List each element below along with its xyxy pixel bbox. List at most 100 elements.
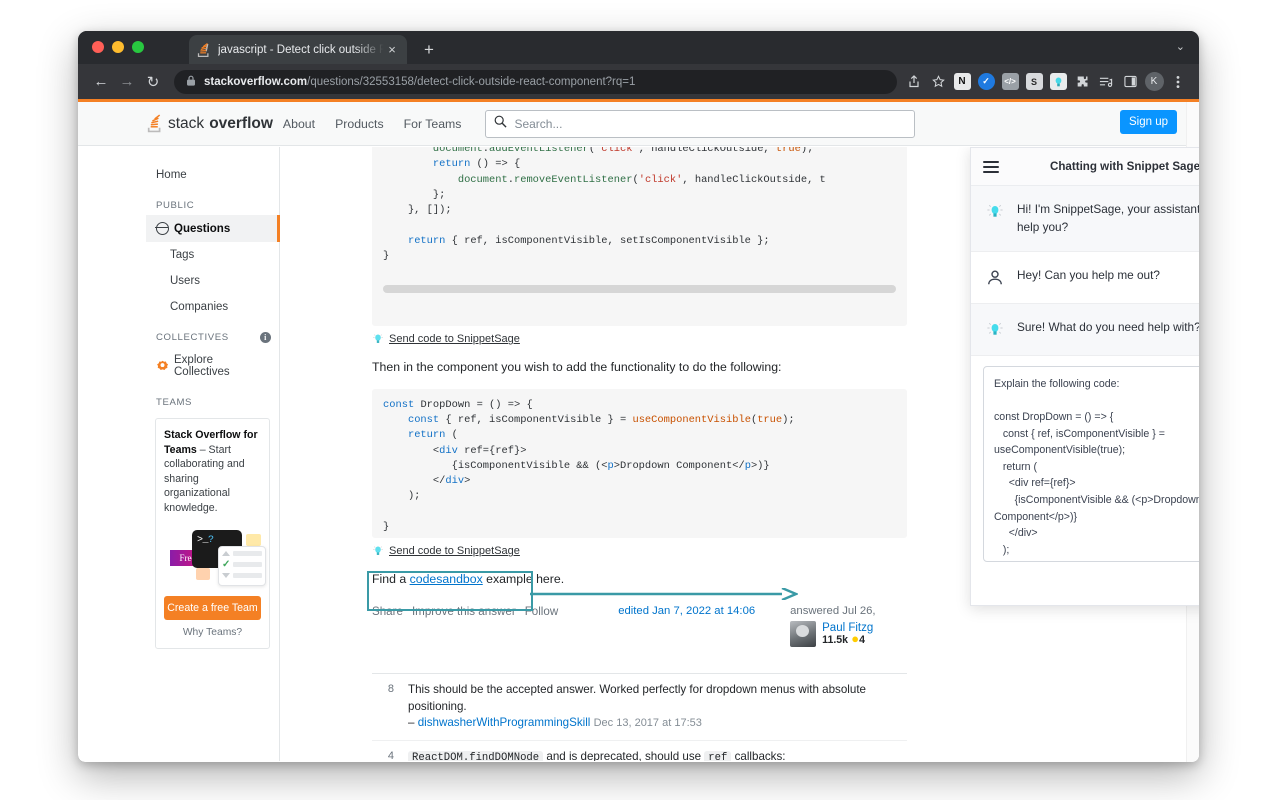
sidebar-heading-collectives: COLLECTIVES i — [146, 320, 279, 347]
chat-message-user: Hey! Can you help me out? — [971, 252, 1199, 305]
forward-button[interactable]: → — [114, 69, 140, 95]
header-link-about[interactable]: About — [273, 117, 325, 131]
sidebar-item-home[interactable]: Home — [146, 162, 279, 188]
bulb-icon — [985, 202, 1005, 222]
vote-list-graphic: ✓ — [218, 545, 266, 586]
answer-body: document.addEventListener('click', handl… — [372, 147, 907, 761]
answered-block: answered Jul 26, Paul Fitzg 11.5k ●4 — [790, 605, 876, 647]
close-window-button[interactable] — [92, 41, 104, 53]
search-icon — [494, 115, 508, 133]
improve-this-answer-link[interactable]: Improve this answer — [412, 605, 516, 618]
extension-notion-icon[interactable]: N — [951, 71, 973, 93]
browser-tab[interactable]: javascript - Detect click outside React … — [189, 35, 407, 64]
code-block-bottom[interactable]: const DropDown = () => { const { ref, is… — [372, 388, 907, 539]
chat-header: Chatting with Snippet Sage — [971, 148, 1199, 186]
logo-text-overflow: overflow — [209, 114, 273, 132]
comment-body: This should be the accepted answer. Work… — [408, 682, 907, 733]
chat-message-text: Sure! What do you need help with? — [1017, 320, 1199, 335]
extension-check-icon[interactable]: ✓ — [975, 71, 997, 93]
tab-close-icon[interactable]: × — [384, 42, 400, 58]
reload-button[interactable]: ↻ — [140, 69, 166, 95]
send-code-to-snippetsage-link-1[interactable]: Send code to SnippetSage — [372, 333, 907, 345]
maximize-window-button[interactable] — [132, 41, 144, 53]
code-horizontal-scrollbar[interactable] — [383, 284, 896, 293]
answer-author[interactable]: Paul Fitzg 11.5k ●4 — [790, 620, 875, 647]
comment-dash: – — [408, 716, 415, 730]
bookmark-star-icon[interactable] — [927, 71, 949, 93]
comment-row: 8 This should be the accepted answer. Wo… — [372, 674, 907, 742]
paragraph-2-post: example here. — [482, 572, 565, 587]
bulb-icon — [372, 333, 384, 345]
sidebar-item-explore-collectives[interactable]: Explore Collectives — [146, 347, 279, 385]
send-code-to-snippetsage-link-2[interactable]: Send code to SnippetSage — [372, 545, 907, 557]
side-panel-icon[interactable] — [1119, 71, 1141, 93]
snippet-link-1-label: Send code to SnippetSage — [389, 333, 520, 346]
code-bottom-text: const DropDown = () => { const { ref, is… — [383, 398, 795, 534]
code-block-top[interactable]: document.addEventListener('click', handl… — [372, 147, 907, 327]
follow-link[interactable]: Follow — [525, 605, 559, 618]
browser-toolbar: ← → ↻ stackoverflow.com/questions/325531… — [78, 64, 1199, 99]
extension-s-icon[interactable]: S — [1023, 71, 1045, 93]
sidebar-item-users[interactable]: Users — [146, 268, 279, 294]
sidebar-heading-public: PUBLIC — [146, 188, 279, 215]
sidebar-item-companies[interactable]: Companies — [146, 294, 279, 320]
stackoverflow-logo-icon — [146, 114, 163, 133]
reading-list-icon[interactable] — [1095, 71, 1117, 93]
comment-text: This should be the accepted answer. Work… — [408, 682, 866, 713]
teams-promo-text: Stack Overflow for Teams – Start collabo… — [164, 428, 261, 516]
answer-paragraph-1: Then in the component you wish to add th… — [372, 360, 782, 375]
answer-meta-row: Share Improve this answer Follow edited … — [372, 605, 907, 647]
downvote-icon — [222, 572, 230, 578]
profile-avatar[interactable]: K — [1143, 71, 1165, 93]
browser-tab-strip: javascript - Detect click outside React … — [78, 31, 1199, 64]
chat-message-bot: Sure! What do you need help with? — [971, 304, 1199, 357]
page-viewport: stack overflow About Products For Teams S… — [78, 99, 1199, 762]
share-icon[interactable] — [903, 71, 925, 93]
back-button[interactable]: ← — [88, 69, 114, 95]
gold-badge-icon: ● — [851, 630, 860, 646]
address-bar[interactable]: stackoverflow.com/questions/32553158/det… — [174, 69, 897, 94]
bulb-icon — [985, 320, 1005, 340]
globe-icon — [155, 222, 169, 235]
logo-text-stack: stack — [168, 114, 205, 132]
chrome-menu-icon[interactable] — [1167, 71, 1189, 93]
create-free-team-button[interactable]: Create a free Team — [164, 595, 261, 620]
comment-author[interactable]: dishwasherWithProgrammingSkill — [418, 716, 591, 729]
comment-score: 8 — [387, 682, 394, 695]
terminal-prompt: >_ — [197, 534, 209, 546]
sidebar-explore-collectives-label: Explore Collectives — [174, 354, 230, 378]
extension-code-icon[interactable]: </> — [999, 71, 1021, 93]
sidebar-heading-teams: TEAMS — [146, 385, 279, 412]
share-link[interactable]: Share — [372, 605, 403, 618]
search-input[interactable]: Search... — [485, 109, 916, 138]
chat-message-text: Hey! Can you help me out? — [1017, 268, 1160, 283]
main-content: document.addEventListener('click', handl… — [280, 147, 1199, 761]
author-name[interactable]: Paul Fitzg — [822, 622, 873, 634]
stackoverflow-logo[interactable]: stack overflow — [146, 114, 273, 133]
extension-snippetsage-icon[interactable] — [1047, 71, 1069, 93]
minimize-window-button[interactable] — [112, 41, 124, 53]
why-teams-link[interactable]: Why Teams? — [164, 627, 261, 638]
hamburger-icon[interactable] — [983, 160, 999, 173]
bulb-icon — [372, 545, 384, 557]
chat-message-text: Hi! I'm SnippetSage, your assistant. How… — [1017, 202, 1199, 234]
terminal-question: ? — [208, 534, 214, 546]
code-top-line1: document.addEventListener('click', handl… — [432, 147, 814, 155]
edited-timestamp[interactable]: edited Jan 7, 2022 at 14:06 — [618, 605, 755, 617]
comment-text-tail: callbacks: — [731, 750, 786, 761]
codesandbox-link[interactable]: codesandbox — [410, 572, 483, 586]
window-chevron-down-icon[interactable]: ⌄ — [1176, 40, 1185, 53]
sidebar-item-questions[interactable]: Questions — [146, 215, 280, 242]
window-traffic-lights — [92, 41, 144, 53]
new-tab-button[interactable]: + — [418, 39, 440, 61]
browser-window: javascript - Detect click outside React … — [78, 31, 1199, 762]
chat-message-input[interactable]: Explain the following code: const DropDo… — [983, 366, 1199, 563]
sidebar-item-tags[interactable]: Tags — [146, 242, 279, 268]
info-icon[interactable]: i — [260, 332, 271, 343]
author-reputation: 11.5k — [822, 633, 849, 646]
header-link-products[interactable]: Products — [325, 117, 394, 131]
extensions-puzzle-icon[interactable] — [1071, 71, 1093, 93]
sign-up-button[interactable]: Sign up — [1119, 110, 1177, 134]
speech-bubble-orange-icon — [196, 567, 210, 580]
header-link-for-teams[interactable]: For Teams — [394, 117, 472, 131]
